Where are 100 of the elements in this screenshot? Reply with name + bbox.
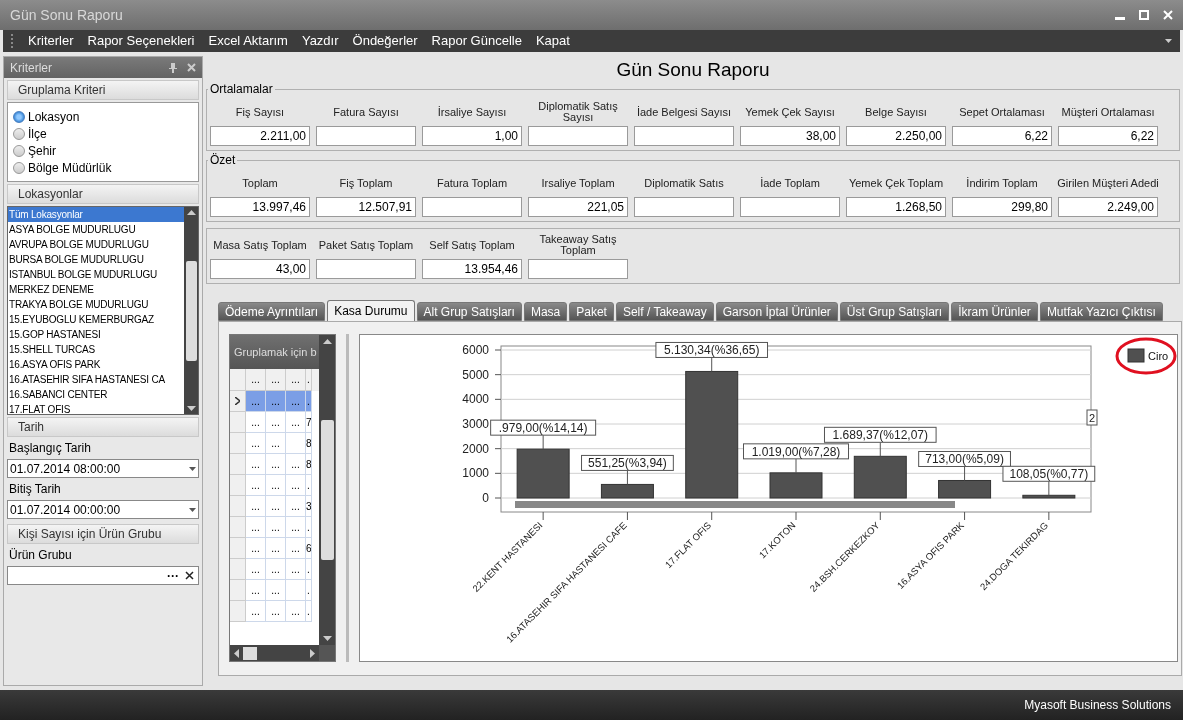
grid-row[interactable]: ... ... ... 3: [230, 496, 319, 517]
menu-item[interactable]: Kapat: [535, 31, 570, 51]
grid-row[interactable]: ... ... ... .: [230, 559, 319, 580]
menu-item[interactable]: Kriterler: [28, 31, 74, 51]
menu-item[interactable]: Rapor Güncelle: [431, 31, 522, 51]
value-field[interactable]: 38,00: [740, 126, 840, 146]
value-field[interactable]: 12.507,91: [316, 197, 416, 217]
list-item[interactable]: AVRUPA BOLGE MUDURLUGU: [8, 237, 184, 252]
horizontal-scrollbar[interactable]: [230, 645, 319, 661]
caret-icon[interactable]: [1165, 39, 1172, 43]
product-group-field[interactable]: ···: [7, 566, 199, 585]
value-field[interactable]: [316, 259, 416, 279]
grid-row[interactable]: ... ... ... .: [230, 601, 319, 622]
close-icon[interactable]: [187, 63, 196, 72]
scroll-up-icon[interactable]: [322, 339, 332, 344]
value-field[interactable]: 13.954,46: [422, 259, 522, 279]
value-field[interactable]: [528, 259, 628, 279]
tab[interactable]: Kasa Durumu: [327, 300, 415, 321]
scrollbar[interactable]: [184, 207, 198, 414]
value-field[interactable]: [528, 126, 628, 146]
list-item[interactable]: 17.FLAT OFIS: [8, 402, 184, 414]
section-header: Kişi Sayısı için Ürün Grubu: [7, 524, 199, 544]
date-field[interactable]: 01.07.2014 00:00:00: [7, 500, 199, 519]
value-field[interactable]: 13.997,46: [210, 197, 310, 217]
clear-icon[interactable]: [185, 571, 194, 580]
grid-row[interactable]: ... ... .: [230, 580, 319, 601]
value-field[interactable]: 221,05: [528, 197, 628, 217]
grid-row[interactable]: ... ... ... .: [230, 475, 319, 496]
scroll-thumb[interactable]: [243, 646, 257, 660]
value-field[interactable]: [634, 126, 734, 146]
radio-button[interactable]: [13, 161, 25, 174]
value-field[interactable]: [740, 197, 840, 217]
pin-icon[interactable]: [169, 62, 177, 73]
radio-button[interactable]: [13, 144, 25, 157]
list-item[interactable]: 15.GOP HASTANESI: [8, 327, 184, 342]
value-field[interactable]: 2.249,00: [1058, 197, 1158, 217]
date-field[interactable]: 01.07.2014 08:00:00: [7, 459, 199, 478]
tab[interactable]: Ödeme Ayrıntıları: [218, 302, 326, 321]
tab[interactable]: Garson İptal Ürünler: [715, 302, 838, 321]
tab[interactable]: İkram Ürünler: [951, 302, 1038, 321]
list-item[interactable]: 16.ATASEHIR SIFA HASTANESI CA: [8, 372, 184, 387]
tab[interactable]: Mutfak Yazıcı Çıktısı: [1039, 302, 1163, 321]
tab[interactable]: Alt Grup Satışları: [416, 302, 522, 321]
value-field[interactable]: 2.250,00: [846, 126, 946, 146]
radio-button[interactable]: [13, 127, 25, 140]
grid-row[interactable]: ... ... ... 7: [230, 412, 319, 433]
menu-item[interactable]: Rapor Seçenekleri: [87, 31, 195, 51]
field-label: İrsaliye Sayısı: [436, 104, 508, 120]
scrollbar[interactable]: [319, 335, 335, 645]
list-item[interactable]: 15.EYUBOGLU KEMERBURGAZ: [8, 312, 184, 327]
value-field[interactable]: [316, 126, 416, 146]
menu-item[interactable]: Yazdır: [301, 31, 339, 51]
list-item[interactable]: 15.SHELL TURCAS: [8, 342, 184, 357]
scroll-thumb[interactable]: [320, 420, 334, 560]
list-item[interactable]: ASYA BOLGE MUDURLUGU: [8, 222, 184, 237]
tab[interactable]: Üst Grup Satışları: [839, 302, 950, 321]
chart-scrollbar[interactable]: [515, 501, 955, 508]
tab[interactable]: Masa: [523, 302, 568, 321]
caret-icon[interactable]: [189, 507, 196, 512]
scroll-right-icon[interactable]: [310, 648, 315, 658]
scroll-down-icon[interactable]: [322, 636, 332, 641]
list-item[interactable]: BURSA BOLGE MUDURLUGU: [8, 252, 184, 267]
bar: [600, 483, 654, 499]
value-field[interactable]: 6,22: [1058, 126, 1158, 146]
browse-button[interactable]: ···: [167, 569, 179, 582]
value-field[interactable]: 6,22: [952, 126, 1052, 146]
menu-item[interactable]: Öndeğerler: [352, 31, 418, 51]
radio-option[interactable]: Bölge Müdürlük: [13, 159, 193, 176]
value-field[interactable]: 43,00: [210, 259, 310, 279]
scroll-up-icon[interactable]: [186, 210, 196, 215]
grid-row[interactable]: ... ... ... 8: [230, 454, 319, 475]
grid-row[interactable]: ... ... ... .: [230, 391, 319, 412]
caret-icon[interactable]: [189, 466, 196, 471]
value-field[interactable]: 2.211,00: [210, 126, 310, 146]
value-field[interactable]: 1,00: [422, 126, 522, 146]
row-indicator[interactable]: [230, 391, 246, 412]
value-field[interactable]: 299,80: [952, 197, 1052, 217]
value-field[interactable]: [422, 197, 522, 217]
tab[interactable]: Paket: [569, 302, 614, 321]
list-item[interactable]: 16.SABANCI CENTER: [8, 387, 184, 402]
value-field[interactable]: 1.268,50: [846, 197, 946, 217]
menu-item[interactable]: Excel Aktarım: [208, 31, 288, 51]
list-item[interactable]: 16.ASYA OFIS PARK: [8, 357, 184, 372]
grid-row[interactable]: ... ... ... 6: [230, 538, 319, 559]
grid-row[interactable]: ... ... 8: [230, 433, 319, 454]
maximize-icon[interactable]: [1139, 10, 1149, 20]
list-item[interactable]: Tüm Lokasyonlar: [8, 207, 184, 222]
scroll-thumb[interactable]: [185, 260, 197, 361]
list-item[interactable]: TRAKYA BOLGE MUDURLUGU: [8, 297, 184, 312]
radio-option[interactable]: İlçe: [13, 125, 193, 142]
radio-button[interactable]: [13, 110, 25, 123]
tab[interactable]: Self / Takeaway: [615, 302, 714, 321]
grid-row[interactable]: ... ... ... .: [230, 517, 319, 538]
list-item[interactable]: ISTANBUL BOLGE MUDURLUGU: [8, 267, 184, 282]
scroll-down-icon[interactable]: [186, 406, 196, 411]
radio-option[interactable]: Lokasyon: [13, 108, 193, 125]
value-field[interactable]: [634, 197, 734, 217]
radio-option[interactable]: Şehir: [13, 142, 193, 159]
list-item[interactable]: MERKEZ DENEME: [8, 282, 184, 297]
scroll-left-icon[interactable]: [234, 648, 239, 658]
